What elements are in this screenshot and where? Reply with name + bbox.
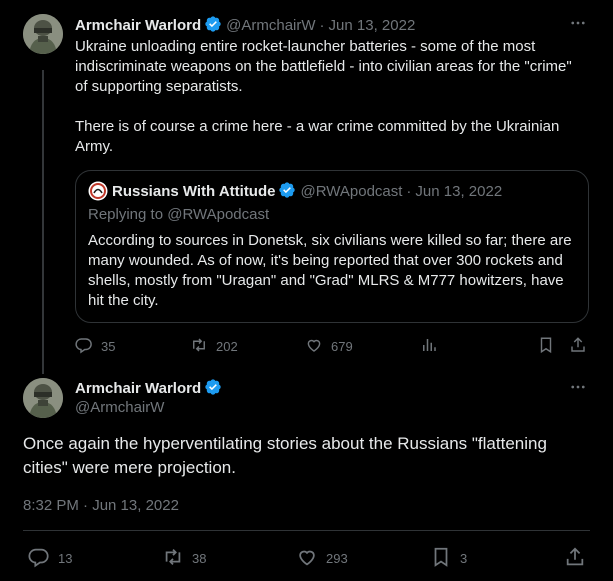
share-button[interactable] xyxy=(564,546,594,571)
reply-icon xyxy=(28,546,58,571)
reply-button[interactable]: 35 xyxy=(75,336,115,357)
retweet-icon xyxy=(190,336,216,357)
like-icon xyxy=(296,546,326,571)
like-count: 679 xyxy=(331,339,353,354)
share-button[interactable] xyxy=(569,336,595,357)
share-icon xyxy=(564,546,594,571)
separator: · xyxy=(406,182,412,200)
retweet-count: 38 xyxy=(192,551,207,566)
timestamp[interactable]: 8:32 PM · Jun 13, 2022 xyxy=(23,497,179,514)
bookmark-icon xyxy=(537,336,563,357)
retweet-button[interactable]: 38 xyxy=(162,546,206,571)
verified-icon xyxy=(278,181,296,201)
verified-icon xyxy=(204,378,222,398)
like-count: 293 xyxy=(326,551,348,566)
views-icon xyxy=(420,336,446,357)
author-handle[interactable]: @ArmchairW xyxy=(75,399,164,416)
divider xyxy=(23,530,590,531)
more-icon[interactable] xyxy=(569,14,587,37)
quote-handle[interactable]: @RWApodcast xyxy=(300,183,402,200)
share-icon xyxy=(569,336,595,357)
quote-header: Russians With Attitude @RWApodcast · Jun… xyxy=(88,181,502,201)
separator: · xyxy=(319,16,325,34)
reply-button[interactable]: 13 xyxy=(28,546,72,571)
like-icon xyxy=(305,336,331,357)
tweet-date[interactable]: Jun 13, 2022 xyxy=(329,17,416,34)
bookmark-count: 3 xyxy=(460,551,468,566)
retweet-count: 202 xyxy=(216,339,238,354)
avatar[interactable] xyxy=(23,378,63,418)
like-button[interactable]: 679 xyxy=(305,336,353,357)
quoted-tweet[interactable]: Russians With Attitude @RWApodcast · Jun… xyxy=(75,170,589,323)
retweet-icon xyxy=(162,546,192,571)
tweet-header: Armchair Warlord @ArmchairW · Jun 13, 20… xyxy=(75,15,415,35)
reply-count: 35 xyxy=(101,339,116,354)
bookmark-button[interactable]: 3 xyxy=(430,546,467,571)
thread-line xyxy=(42,70,44,374)
main-tweet-author: Armchair Warlord xyxy=(75,378,222,398)
bookmark-button[interactable] xyxy=(537,336,563,357)
quote-date[interactable]: Jun 13, 2022 xyxy=(415,183,502,200)
author-name[interactable]: Armchair Warlord xyxy=(75,17,201,34)
quote-author-name[interactable]: Russians With Attitude xyxy=(112,183,275,200)
avatar[interactable] xyxy=(23,14,63,54)
views-button[interactable] xyxy=(420,336,446,357)
more-icon[interactable] xyxy=(569,378,587,401)
like-button[interactable]: 293 xyxy=(296,546,348,571)
reply-count: 13 xyxy=(58,551,73,566)
reply-icon xyxy=(75,336,101,357)
author-name[interactable]: Armchair Warlord xyxy=(75,380,201,397)
retweet-button[interactable]: 202 xyxy=(190,336,238,357)
bookmark-icon xyxy=(430,546,460,571)
author-handle[interactable]: @ArmchairW xyxy=(226,17,315,34)
replying-to[interactable]: Replying to @RWApodcast xyxy=(88,206,269,223)
tweet-text: Ukraine unloading entire rocket-launcher… xyxy=(75,38,572,155)
quote-avatar xyxy=(88,181,108,201)
verified-icon xyxy=(204,15,222,35)
main-tweet-text: Once again the hyperventilating stories … xyxy=(23,434,547,477)
quote-text: According to sources in Donetsk, six civ… xyxy=(88,232,576,309)
